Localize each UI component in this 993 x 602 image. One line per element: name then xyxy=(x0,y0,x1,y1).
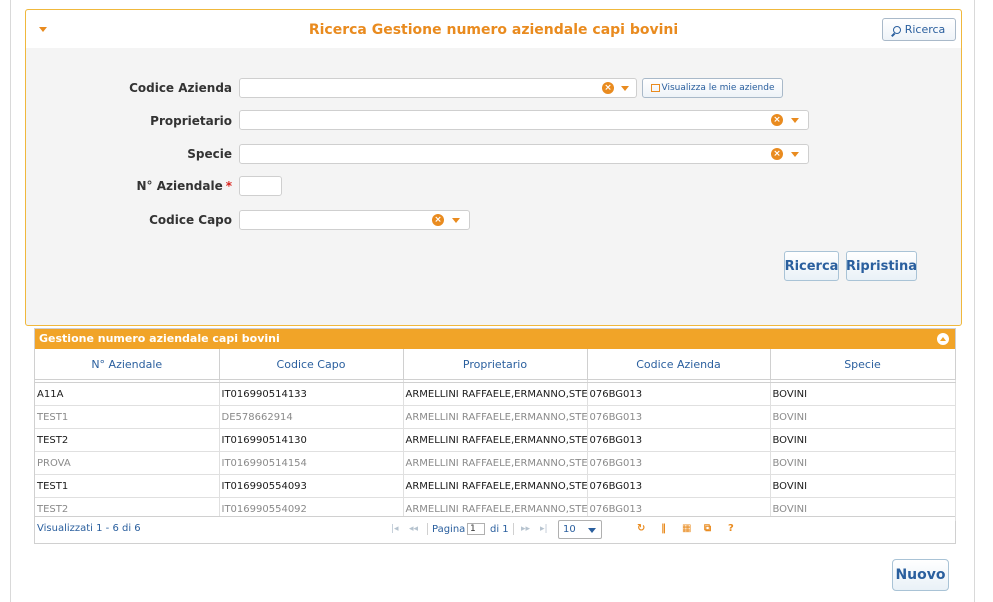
results-grid: Gestione numero aziendale capi bovini N°… xyxy=(34,328,956,544)
cell-codice-capo: IT016990514130 xyxy=(219,428,404,452)
page-size-select[interactable]: 10 xyxy=(558,520,602,539)
prev-page-icon[interactable]: ◂◂ xyxy=(409,524,418,534)
table-row[interactable]: PROVA IT016990514154 ARMELLINI RAFFAELE,… xyxy=(35,451,956,475)
column-header-specie[interactable]: Specie xyxy=(770,349,956,380)
chevron-down-icon[interactable] xyxy=(791,118,799,123)
page-size-value: 10 xyxy=(563,524,576,535)
mie-aziende-button[interactable]: Visualizza le mie aziende xyxy=(642,78,783,98)
clear-icon[interactable]: × xyxy=(771,148,783,160)
specie-label: Specie xyxy=(187,147,232,161)
grid-pager: Visualizzati 1 - 6 di 6 |◂ ◂◂ Pagina 1 d… xyxy=(35,516,955,543)
clear-icon[interactable]: × xyxy=(432,214,444,226)
table-row[interactable]: TEST1 IT016990554093 ARMELLINI RAFFAELE,… xyxy=(35,474,956,498)
column-header-codice-capo[interactable]: Codice Capo xyxy=(219,349,404,380)
cell-codice-azienda: 076BG013 xyxy=(587,474,771,498)
column-header-codice-azienda[interactable]: Codice Azienda xyxy=(587,349,771,380)
divider xyxy=(513,523,514,535)
table-row[interactable]: TEST2 IT016990514130 ARMELLINI RAFFAELE,… xyxy=(35,428,956,452)
divider xyxy=(427,523,428,535)
cell-proprietario: ARMELLINI RAFFAELE,ERMANNO,STEFANO xyxy=(403,428,588,452)
page-of-label: di 1 xyxy=(490,524,509,535)
grid-icon[interactable]: ▦ xyxy=(682,523,691,534)
mie-aziende-label: Visualizza le mie aziende xyxy=(661,83,775,93)
cell-codice-capo: IT016990514154 xyxy=(219,451,404,475)
specie-combo[interactable]: × xyxy=(239,144,809,164)
cell-n-aziendale: A11A xyxy=(35,382,220,406)
proprietario-label: Proprietario xyxy=(150,114,232,128)
cell-codice-azienda: 076BG013 xyxy=(587,451,771,475)
search-button[interactable]: Ricerca xyxy=(784,251,839,281)
cell-codice-azienda: 076BG013 xyxy=(587,382,771,406)
codice-capo-label: Codice Capo xyxy=(149,213,232,227)
cell-proprietario: ARMELLINI RAFFAELE,ERMANNO,STEFANO xyxy=(403,382,588,406)
cell-specie: BOVINI xyxy=(770,474,956,498)
table-row[interactable]: A11A IT016990514133 ARMELLINI RAFFAELE,E… xyxy=(35,382,956,406)
chevron-down-icon[interactable] xyxy=(452,218,460,223)
last-page-icon[interactable]: ▸| xyxy=(540,524,548,534)
collapse-grid-icon[interactable] xyxy=(937,333,949,345)
n-aziendale-input[interactable] xyxy=(239,176,282,196)
cell-n-aziendale: TEST1 xyxy=(35,474,220,498)
search-panel-header: Ricerca Gestione numero aziendale capi b… xyxy=(26,10,961,48)
grid-caption-title: Gestione numero aziendale capi bovini xyxy=(39,332,280,345)
header-search-label: Ricerca xyxy=(904,23,946,36)
cell-codice-azienda: 076BG013 xyxy=(587,405,771,429)
cell-codice-azienda: 076BG013 xyxy=(587,428,771,452)
cell-n-aziendale: TEST2 xyxy=(35,428,220,452)
chevron-down-icon[interactable] xyxy=(621,86,629,91)
window-icon xyxy=(650,84,660,92)
header-search-button[interactable]: Ricerca xyxy=(882,18,956,41)
cell-codice-capo: DE578662914 xyxy=(219,405,404,429)
clear-icon[interactable]: × xyxy=(602,82,614,94)
required-mark: * xyxy=(225,179,232,193)
cell-specie: BOVINI xyxy=(770,382,956,406)
cell-codice-capo: IT016990514133 xyxy=(219,382,404,406)
column-header-n-aziendale[interactable]: N° Aziendale xyxy=(35,349,220,380)
cell-proprietario: ARMELLINI RAFFAELE,ERMANNO,STEFANO xyxy=(403,474,588,498)
window-icon[interactable]: ⧉ xyxy=(704,523,711,534)
codice-azienda-combo[interactable]: × xyxy=(239,78,637,98)
next-page-icon[interactable]: ▸▸ xyxy=(521,524,530,534)
page-number-input[interactable]: 1 xyxy=(467,523,485,535)
reset-button[interactable]: Ripristina xyxy=(846,251,917,281)
cell-proprietario: ARMELLINI RAFFAELE,ERMANNO,STEFANO xyxy=(403,405,588,429)
cell-specie: BOVINI xyxy=(770,451,956,475)
column-header-proprietario[interactable]: Proprietario xyxy=(403,349,588,380)
n-aziendale-label: N° Aziendale * xyxy=(26,179,232,193)
grid-caption: Gestione numero aziendale capi bovini xyxy=(35,329,955,349)
chevron-down-icon[interactable] xyxy=(791,152,799,157)
cell-specie: BOVINI xyxy=(770,428,956,452)
cell-codice-capo: IT016990554093 xyxy=(219,474,404,498)
pager-info: Visualizzati 1 - 6 di 6 xyxy=(37,523,141,534)
table-row[interactable]: TEST1 DE578662914 ARMELLINI RAFFAELE,ERM… xyxy=(35,405,956,429)
first-page-icon[interactable]: |◂ xyxy=(391,524,399,534)
cell-n-aziendale: TEST1 xyxy=(35,405,220,429)
cell-n-aziendale: PROVA xyxy=(35,451,220,475)
codice-capo-combo[interactable]: × xyxy=(239,210,470,230)
search-icon xyxy=(892,25,901,34)
page-title: Ricerca Gestione numero aziendale capi b… xyxy=(308,22,679,38)
clear-icon[interactable]: × xyxy=(771,114,783,126)
columns-icon[interactable]: ‖ xyxy=(661,523,666,534)
proprietario-combo[interactable]: × xyxy=(239,110,809,130)
refresh-icon[interactable]: ↻ xyxy=(637,523,645,534)
new-button[interactable]: Nuovo xyxy=(892,559,949,591)
chevron-down-icon xyxy=(588,528,596,533)
help-icon[interactable]: ? xyxy=(728,523,734,534)
cell-specie: BOVINI xyxy=(770,405,956,429)
page-label: Pagina xyxy=(432,524,466,535)
n-aziendale-label-text: N° Aziendale xyxy=(136,179,223,193)
codice-azienda-label: Codice Azienda xyxy=(129,81,232,95)
results-table: N° Aziendale Codice Capo Proprietario Co… xyxy=(35,349,956,521)
cell-proprietario: ARMELLINI RAFFAELE,ERMANNO,STEFANO xyxy=(403,451,588,475)
search-panel: Ricerca Gestione numero aziendale capi b… xyxy=(25,9,962,326)
